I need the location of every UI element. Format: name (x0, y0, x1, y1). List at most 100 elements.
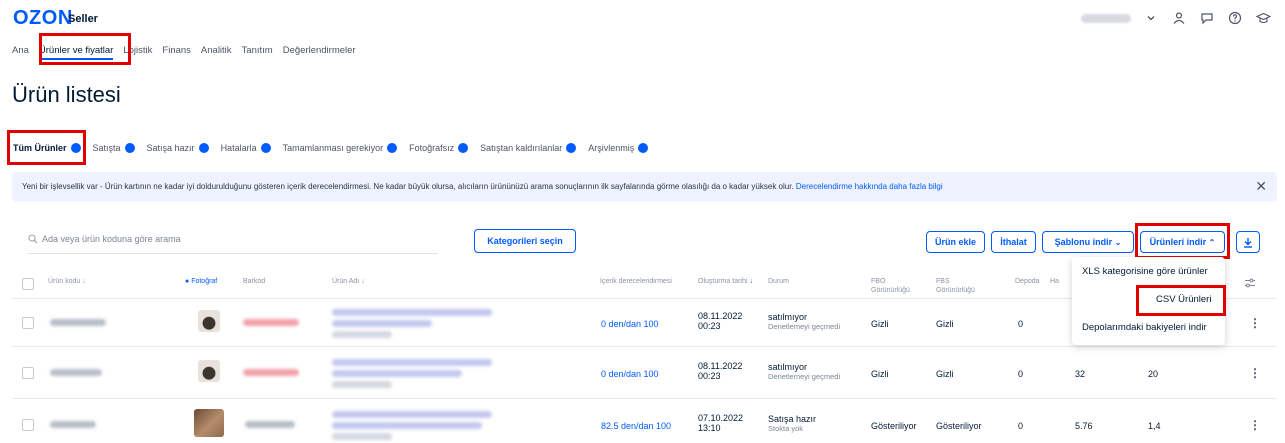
tab-without-photo[interactable]: Fotoğrafsız (409, 143, 469, 153)
product-name (332, 331, 392, 338)
column-header-barcode: Barkod (243, 278, 266, 285)
menu-item-csv-products[interactable]: CSV Ürünleri (1156, 294, 1211, 305)
column-header-fbo: FBO Görünürlüğü (871, 278, 910, 294)
count-badge (566, 143, 577, 153)
content-rating-link[interactable]: 0 den/dan 100 (601, 319, 659, 329)
tab-on-sale[interactable]: Satışta (93, 143, 135, 153)
product-photo[interactable] (198, 360, 220, 382)
chevron-down-icon: ⌄ (1114, 237, 1122, 247)
tab-removed-from-sale[interactable]: Satıştan kaldırılanlar (480, 143, 577, 153)
more-actions-icon[interactable]: ⋮ (1249, 366, 1261, 380)
download-products-button[interactable]: Ürünleri indir ⌃ (1140, 231, 1225, 253)
column-header-warehouse: Depoda (1015, 278, 1040, 285)
tab-all-products[interactable]: Tüm Ürünler (13, 143, 81, 153)
download-products-menu: XLS kategorisine göre ürünler CSV Ürünle… (1072, 257, 1225, 345)
search-input[interactable]: Ada veya ürün koduna göre arama (28, 234, 181, 244)
row-checkbox[interactable] (22, 419, 34, 431)
search-placeholder: Ada veya ürün koduna göre arama (42, 234, 181, 244)
product-photo[interactable] (198, 310, 220, 332)
menu-item-xls-by-category[interactable]: XLS kategorisine göre ürünler (1082, 266, 1208, 277)
nav-item-logistics[interactable]: Lojistik (123, 43, 152, 60)
warehouse-count: 0 (1018, 369, 1024, 379)
status: satılmıyor Denetlemeyi geçmedi (768, 362, 841, 381)
user-icon[interactable] (1171, 10, 1187, 26)
header-actions (1081, 10, 1271, 26)
chevron-down-icon[interactable] (1143, 10, 1159, 26)
rating-info-link[interactable]: Derecelendirme hakkında daha fazla bilgi (796, 182, 943, 191)
product-name (332, 320, 432, 327)
created-date: 07.10.2022 13:10 (698, 413, 744, 433)
add-product-button[interactable]: Ürün ekle (926, 231, 985, 253)
column-header-name[interactable]: Ürün Adı ↓ (332, 277, 365, 286)
nav-item-analytics[interactable]: Analitik (201, 43, 232, 60)
more-actions-icon[interactable]: ⋮ (1249, 418, 1261, 432)
row-checkbox[interactable] (22, 317, 34, 329)
tab-ready-for-sale[interactable]: Satışa hazır (147, 143, 209, 153)
more-actions-icon[interactable]: ⋮ (1249, 316, 1261, 330)
seller-label: Seller (68, 13, 98, 25)
status: satılmıyor Denetlemeyi geçmedi (768, 312, 841, 331)
fbs-visibility: Gösteriliyor (936, 421, 982, 431)
import-button[interactable]: İthalat (991, 231, 1036, 253)
stock-value: 32 (1075, 369, 1086, 379)
ozon-logo[interactable]: OZON (13, 7, 73, 30)
stock-value: 5.76 (1075, 421, 1093, 431)
eye-icon: ● (185, 278, 190, 285)
product-name (332, 422, 482, 429)
barcode (245, 421, 295, 428)
fbs-visibility: Gizli (936, 319, 954, 329)
table-row[interactable]: 0 den/dan 100 08.11.2022 00:23 satılmıyor… (12, 346, 1277, 398)
user-name[interactable] (1081, 13, 1131, 23)
product-code (50, 319, 106, 326)
count-badge (458, 143, 469, 153)
chat-icon[interactable] (1199, 10, 1215, 26)
nav-item-reviews[interactable]: Değerlendirmeler (283, 43, 356, 60)
chevron-up-icon: ⌃ (1208, 237, 1216, 247)
column-header-fbs: FBS Görünürlüğü (936, 278, 975, 294)
help-icon[interactable] (1227, 10, 1243, 26)
page-title: Ürün listesi (12, 82, 121, 107)
product-name (332, 370, 462, 377)
education-icon[interactable] (1255, 10, 1271, 26)
download-icon-button[interactable] (1236, 231, 1260, 253)
menu-item-download-warehouse-balances[interactable]: Depolarımdaki bakiyeleri indir (1082, 322, 1207, 333)
tab-with-errors[interactable]: Hatalarla (221, 143, 271, 153)
sort-arrow-icon: ↓ (82, 278, 86, 285)
nav-item-home[interactable]: Ana (12, 43, 29, 60)
product-photo[interactable] (194, 409, 224, 437)
row-checkbox[interactable] (22, 367, 34, 379)
close-icon[interactable]: ✕ (1255, 178, 1267, 195)
info-banner-text: Yeni bir işlevsellik var - Ürün kartının… (22, 182, 796, 191)
nav-item-promotion[interactable]: Tanıtım (242, 43, 273, 60)
column-header-partial: Ha (1050, 278, 1059, 285)
download-icon (1244, 237, 1252, 248)
column-header-code[interactable]: Ürün kodu ↓ (48, 277, 86, 286)
column-header-photo[interactable]: ● Fotoğraf (185, 277, 217, 286)
nav-item-products[interactable]: Ürünler ve fiyatlar (38, 43, 114, 60)
search-underline (28, 253, 438, 254)
product-name (332, 309, 492, 316)
product-code (50, 421, 96, 428)
download-template-button[interactable]: Şablonu indir ⌄ (1042, 231, 1134, 253)
barcode (243, 369, 299, 376)
info-banner: Yeni bir işlevsellik var - Ürün kartının… (12, 172, 1277, 202)
main-nav: Ana Ürünler ve fiyatlar Lojistik Finans … (12, 43, 356, 60)
tab-archived[interactable]: Arşivlenmiş (588, 143, 649, 153)
tab-needs-completion[interactable]: Tamamlanması gerekiyor (283, 143, 398, 153)
count-badge (260, 143, 271, 153)
product-name (332, 359, 492, 366)
select-categories-button[interactable]: Kategorileri seçin (474, 229, 576, 253)
column-header-rating: İçerik derecelendirmesi (600, 278, 672, 285)
content-rating-link[interactable]: 0 den/dan 100 (601, 369, 659, 379)
column-header-created[interactable]: Oluşturma tarihi ↓ (698, 277, 758, 286)
table-row[interactable]: 82.5 den/dan 100 07.10.2022 13:10 Satışa … (12, 398, 1277, 443)
column-settings-icon[interactable] (1244, 276, 1256, 294)
sort-arrow-icon: ↓ (361, 278, 365, 285)
stock-value-2: 1,4 (1148, 421, 1161, 431)
content-rating-link[interactable]: 82.5 den/dan 100 (601, 421, 671, 431)
nav-item-finance[interactable]: Finans (162, 43, 191, 60)
count-badge (198, 143, 209, 153)
created-date: 08.11.2022 00:23 (698, 361, 743, 381)
fbs-visibility: Gizli (936, 369, 954, 379)
select-all-checkbox[interactable] (22, 278, 34, 290)
